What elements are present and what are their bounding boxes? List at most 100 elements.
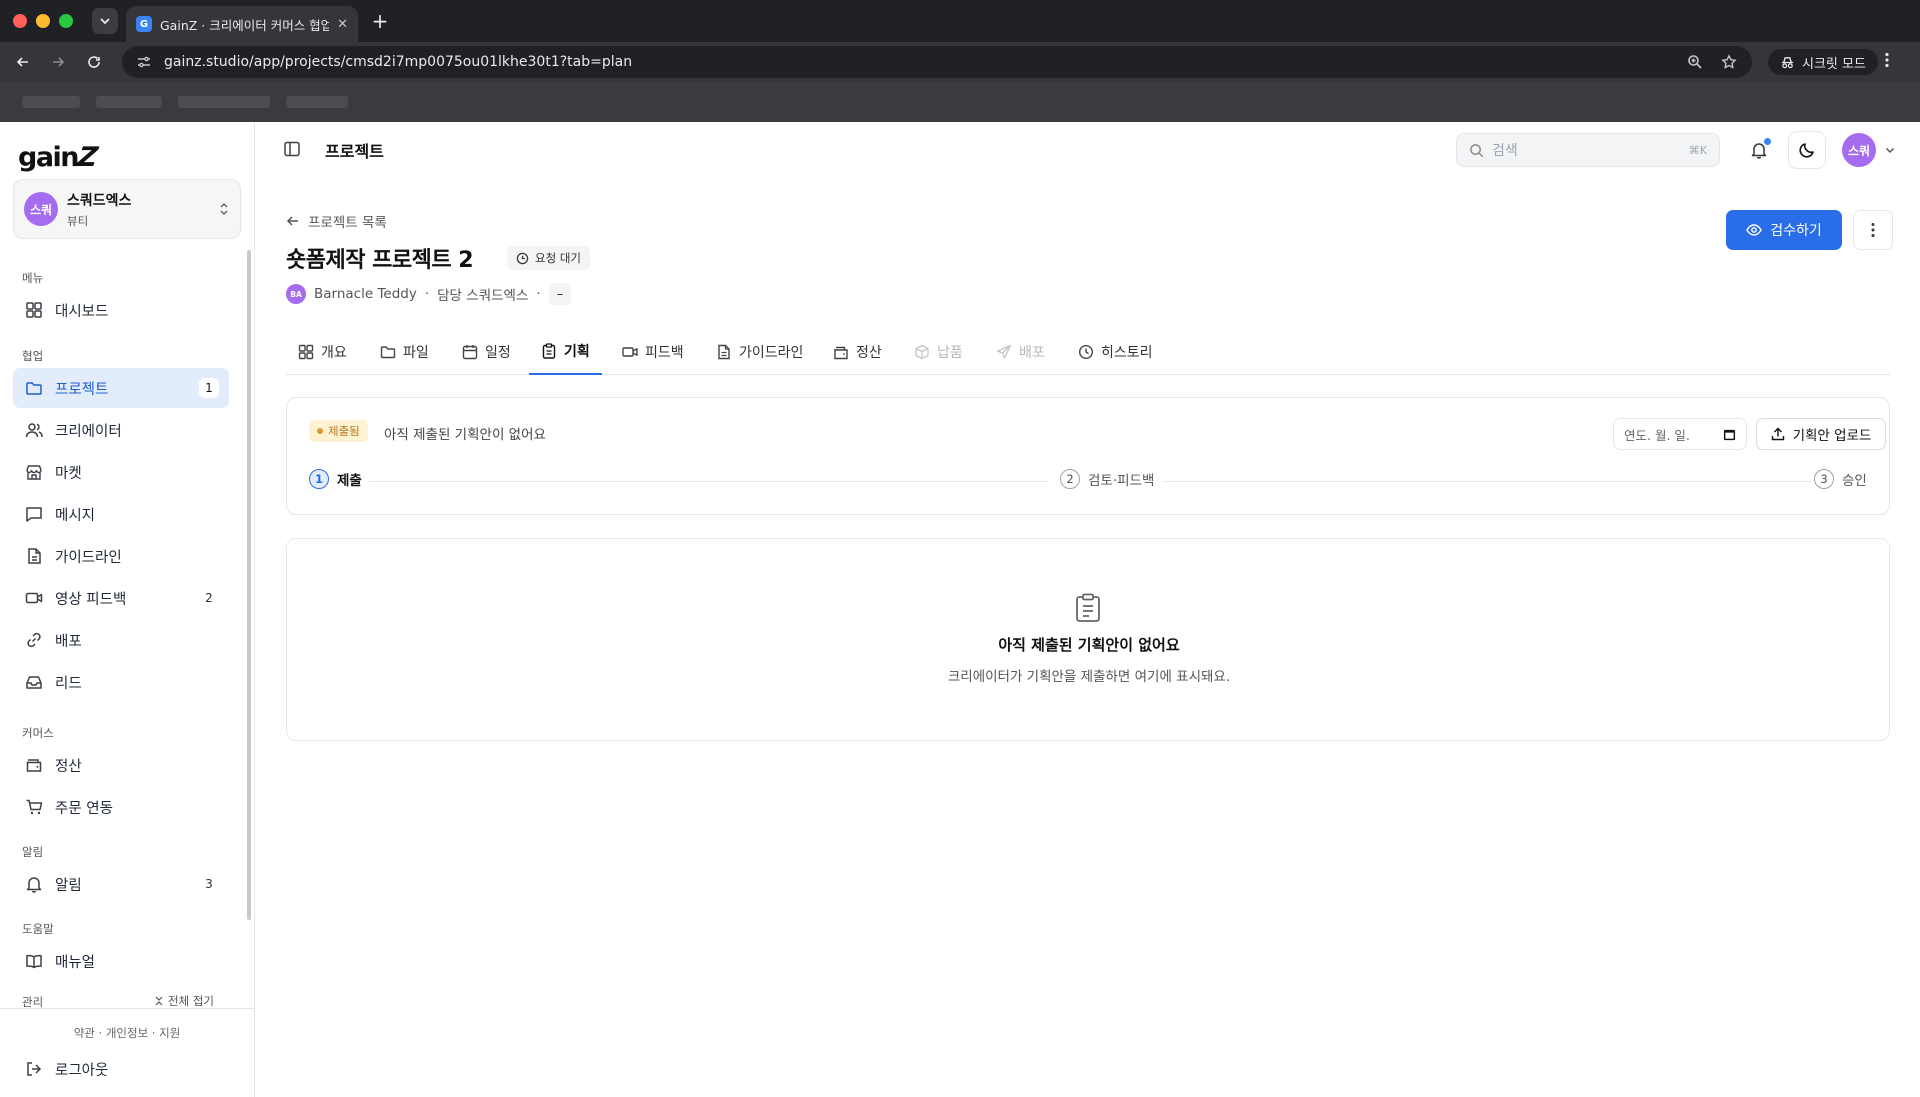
- upload-icon: [1771, 427, 1784, 441]
- tab-label: 파일: [403, 344, 429, 361]
- collapse-icon: [155, 996, 163, 1006]
- zoom-icon[interactable]: [1684, 51, 1706, 73]
- browser-menu-icon[interactable]: [1885, 52, 1889, 68]
- new-tab-button[interactable]: +: [368, 9, 392, 33]
- sidebar-item-label: 마켓: [55, 465, 82, 482]
- tab-feedback[interactable]: 피드백: [622, 328, 684, 375]
- sidebar-item-message[interactable]: 메시지: [13, 494, 229, 534]
- sidebar: gainZ 스쿼 스쿼드엑스 뷰티 메뉴 대시보드 협업 프로젝트 1 크리에이…: [0, 122, 255, 1097]
- dashboard-icon: [25, 301, 43, 319]
- sidebar-scrollbar[interactable]: [247, 250, 251, 920]
- step-connector: [369, 481, 1049, 482]
- back-to-projects-link[interactable]: 프로젝트 목록: [286, 211, 387, 231]
- window-close-button[interactable]: [13, 14, 27, 28]
- bookmark-item[interactable]: [96, 96, 162, 108]
- gainz-logo[interactable]: gainZ: [18, 142, 98, 173]
- tab-overview[interactable]: 개요: [298, 328, 347, 375]
- workspace-category: 뷰티: [67, 213, 89, 228]
- theme-toggle-button[interactable]: [1788, 131, 1826, 169]
- site-info-icon[interactable]: [134, 52, 154, 72]
- workspace-switcher[interactable]: 스쿼 스쿼드엑스 뷰티: [13, 179, 241, 239]
- user-avatar[interactable]: 스쿼: [1842, 133, 1876, 167]
- creator-name[interactable]: Barnacle Teddy: [314, 286, 417, 302]
- search-shortcut: ⌘K: [1688, 143, 1707, 157]
- arrow-right-icon: [53, 57, 65, 67]
- bookmark-star-icon[interactable]: [1718, 51, 1740, 73]
- url-text[interactable]: gainz.studio/app/projects/cmsd2i7mp0075o…: [164, 54, 1672, 70]
- send-icon: [996, 344, 1012, 360]
- date-input[interactable]: 연도. 월. 일.: [1613, 418, 1747, 450]
- tab-search-button[interactable]: [92, 8, 118, 34]
- sidebar-item-label: 주문 연동: [55, 800, 113, 817]
- count-badge: 2: [205, 591, 213, 605]
- sidebar-item-distribution[interactable]: 배포: [13, 620, 229, 660]
- workspace-name: 스쿼드엑스: [67, 192, 132, 209]
- tab-guideline[interactable]: 가이드라인: [716, 328, 803, 375]
- submitted-badge-label: 제출됨: [328, 424, 360, 438]
- legal-links[interactable]: 약관 · 개인정보 · 지원: [0, 1025, 254, 1041]
- tab-schedule[interactable]: 일정: [462, 328, 511, 375]
- window-minimize-button[interactable]: [36, 14, 50, 28]
- wallet-icon: [25, 756, 43, 774]
- tab-distribution: 배포: [996, 328, 1045, 375]
- manager-extra-badge: –: [548, 283, 572, 305]
- sidebar-item-dashboard[interactable]: 대시보드: [13, 290, 229, 330]
- tab-history[interactable]: 히스토리: [1078, 328, 1153, 375]
- bookmark-item[interactable]: [22, 96, 80, 108]
- upload-button-label: 기획안 업로드: [1792, 428, 1872, 444]
- reload-button[interactable]: [82, 50, 106, 74]
- chevron-down-icon[interactable]: [1884, 144, 1896, 156]
- window-maximize-button[interactable]: [59, 14, 73, 28]
- sidebar-item-guideline[interactable]: 가이드라인: [13, 536, 229, 576]
- sidebar-item-order-sync[interactable]: 주문 연동: [13, 787, 229, 827]
- review-button[interactable]: 검수하기: [1726, 210, 1842, 250]
- more-options-button[interactable]: [1853, 210, 1893, 250]
- address-bar[interactable]: gainz.studio/app/projects/cmsd2i7mp0075o…: [122, 46, 1752, 78]
- workspace-avatar: 스쿼: [24, 192, 58, 226]
- bookmark-item[interactable]: [286, 96, 348, 108]
- collapse-all-button[interactable]: 전체 접기: [154, 993, 214, 1009]
- bell-icon: [25, 875, 43, 893]
- sidebar-item-market[interactable]: 마켓: [13, 452, 229, 492]
- forward-button[interactable]: [46, 50, 70, 74]
- more-vertical-icon: [1871, 223, 1875, 237]
- moon-icon: [1799, 143, 1814, 158]
- tab-files[interactable]: 파일: [380, 328, 429, 375]
- logout-button[interactable]: 로그아웃: [13, 1051, 108, 1087]
- incognito-indicator[interactable]: 시크릿 모드: [1768, 49, 1878, 75]
- bookmark-item[interactable]: [178, 96, 270, 108]
- calendar-icon[interactable]: [1723, 428, 1736, 441]
- status-label: 요청 대기: [535, 251, 581, 265]
- back-button[interactable]: [11, 50, 35, 74]
- chevrons-up-down-icon: [220, 202, 228, 216]
- sidebar-toggle-icon[interactable]: [283, 140, 301, 158]
- search-input[interactable]: 검색 ⌘K: [1456, 133, 1720, 167]
- sidebar-item-creator[interactable]: 크리에이터: [13, 410, 229, 450]
- tab-label: 히스토리: [1101, 344, 1153, 361]
- tab-settlement[interactable]: 정산: [833, 328, 882, 375]
- sidebar-item-video-feedback[interactable]: 영상 피드백 2: [13, 578, 229, 618]
- sidebar-item-settlement[interactable]: 정산: [13, 745, 229, 785]
- step-label: 제출: [337, 473, 362, 489]
- arrow-left-icon: [16, 57, 28, 67]
- browser-tab[interactable]: G GainZ · 크리에이터 커머스 협업 C ✕: [126, 6, 358, 42]
- document-icon: [25, 547, 43, 565]
- sidebar-item-manual[interactable]: 매뉴얼: [13, 941, 229, 981]
- tab-plan[interactable]: 기획: [529, 328, 602, 375]
- section-label-help: 도움말: [22, 922, 54, 936]
- sidebar-item-project[interactable]: 프로젝트 1: [13, 368, 229, 408]
- close-tab-icon[interactable]: ✕: [337, 17, 348, 32]
- plan-status-card: 제출됨 아직 제출된 기획안이 없어요 연도. 월. 일. 기획안 업로드 1 …: [286, 397, 1890, 515]
- upload-plan-button[interactable]: 기획안 업로드: [1756, 418, 1886, 450]
- favicon-icon: G: [136, 16, 152, 32]
- sidebar-item-lead[interactable]: 리드: [13, 662, 229, 702]
- count-badge: 3: [205, 877, 213, 891]
- notifications-button[interactable]: [1745, 136, 1773, 164]
- sidebar-item-notifications[interactable]: 알림 3: [13, 864, 229, 904]
- incognito-icon: [1781, 56, 1794, 68]
- separator: ·: [424, 286, 430, 302]
- grid-icon: [298, 344, 314, 360]
- clock-icon: [516, 252, 529, 264]
- plan-status-message: 아직 제출된 기획안이 없어요: [384, 427, 546, 443]
- search-placeholder: 검색: [1492, 143, 1518, 159]
